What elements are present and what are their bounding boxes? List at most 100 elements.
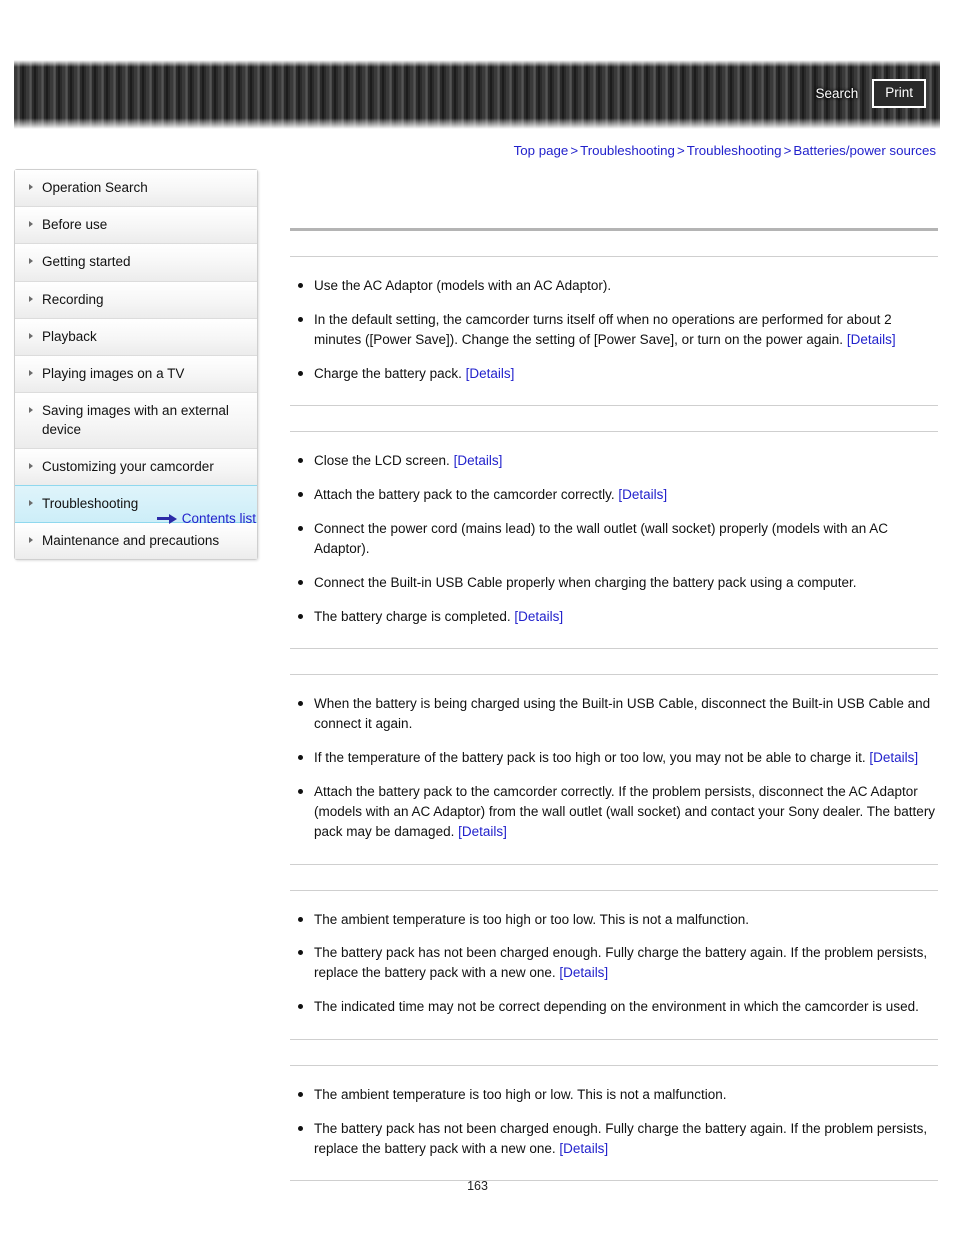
arrow-right-icon [156,513,177,524]
search-link[interactable]: Search [815,86,858,101]
bullet-list: The ambient temperature is too high or l… [290,1085,938,1159]
section-heading [290,649,938,674]
sidebar-item-before-use[interactable]: Before use [15,207,257,245]
section-heading [290,1040,938,1065]
list-item: Connect the power cord (mains lead) to t… [290,519,938,559]
list-item: In the default setting, the camcorder tu… [290,310,938,350]
breadcrumb-item-3[interactable]: Troubleshooting [687,143,782,158]
sections-host: Use the AC Adaptor (models with an AC Ad… [290,257,938,1182]
content-section-3: When the battery is being charged using … [290,675,938,841]
chevron-right-icon [29,370,33,377]
bullet-list: Use the AC Adaptor (models with an AC Ad… [290,276,938,383]
list-item: The battery pack has not been charged en… [290,943,938,983]
details-link[interactable]: [Details] [847,332,896,347]
details-link[interactable]: [Details] [559,1141,608,1156]
chevron-right-icon [29,499,33,506]
sidebar-item-saving-images-with-an-external-device[interactable]: Saving images with an external device [15,393,257,449]
chevron-right-icon [29,332,33,339]
section-heading-top [290,231,938,256]
sidebar-item-label: Getting started [42,254,131,270]
page-title [290,176,938,228]
chevron-right-icon [29,462,33,469]
list-item: Use the AC Adaptor (models with an AC Ad… [290,276,938,296]
breadcrumb-item-4[interactable]: Batteries/power sources [793,143,936,158]
section-heading [290,406,938,431]
content-section-5: The ambient temperature is too high or l… [290,1066,938,1159]
sidebar-item-maintenance-and-precautions[interactable]: Maintenance and precautions [15,523,257,560]
details-link[interactable]: [Details] [458,824,507,839]
list-item-text: The ambient temperature is too high or l… [314,1086,727,1102]
page-number: 163 [467,1179,488,1193]
chevron-right-icon [29,537,33,544]
list-item-text: The indicated time may not be correct de… [314,999,919,1015]
details-link[interactable]: [Details] [514,609,563,624]
sidebar-item-label: Saving images with an external device [42,403,229,437]
chevron-right-icon [29,295,33,302]
header-tools: Search Print [815,79,926,108]
sidebar-item-operation-search[interactable]: Operation Search [15,170,257,208]
contents-list-link[interactable]: Contents list [182,511,256,526]
sidebar-item-label: Playing images on a TV [42,366,185,382]
chevron-right-icon [29,184,33,190]
bullet-list: When the battery is being charged using … [290,694,938,841]
chevron-right-icon [29,221,33,228]
list-item-text: Attach the battery pack to the camcorder… [314,783,936,839]
chevron-right-icon [29,407,33,414]
list-item: The ambient temperature is too high or l… [290,1085,938,1105]
sidebar-item-recording[interactable]: Recording [15,281,257,319]
main-content: Use the AC Adaptor (models with an AC Ad… [290,176,938,1182]
list-item-text: Attach the battery pack to the camcorder… [314,487,615,503]
sidebar-item-playback[interactable]: Playback [15,318,257,357]
details-link[interactable]: [Details] [618,487,667,502]
breadcrumb-separator: > [783,143,792,158]
breadcrumb-item-2[interactable]: Troubleshooting [580,143,675,158]
content-section-1: Use the AC Adaptor (models with an AC Ad… [290,257,938,383]
list-item: The ambient temperature is too high or t… [290,910,938,930]
breadcrumb-separator: > [676,143,685,158]
content-section-4: The ambient temperature is too high or t… [290,891,938,1017]
list-item: Attach the battery pack to the camcorder… [290,782,938,842]
list-item: If the temperature of the battery pack i… [290,748,938,768]
sidebar-item-label: Operation Search [42,180,148,195]
list-item-text: The battery pack has not been charged en… [314,945,928,981]
bullet-list: The ambient temperature is too high or t… [290,910,938,1017]
details-link[interactable]: [Details] [869,750,918,765]
list-item-text: Close the LCD screen. [314,453,450,469]
details-link[interactable]: [Details] [466,366,515,381]
list-item-text: When the battery is being charged using … [314,696,931,732]
sidebar-item-label: Before use [42,217,108,233]
breadcrumb: Top page > Troubleshooting > Troubleshooting… [514,143,936,158]
sidebar-item-label: Maintenance and precautions [42,533,220,549]
list-item: Charge the battery pack. [Details] [290,364,938,384]
section-heading [290,865,938,890]
list-item-text: Use the AC Adaptor (models with an AC Ad… [314,278,612,293]
list-item: Connect the Built-in USB Cable properly … [290,573,938,593]
print-button[interactable]: Print [872,79,926,108]
contents-list-row[interactable]: Contents list [14,511,258,526]
sidebar-item-playing-images-on-a-tv[interactable]: Playing images on a TV [15,356,257,394]
breadcrumb-separator: > [570,143,579,158]
breadcrumb-item-1[interactable]: Top page [514,143,569,158]
list-item-text: The battery pack has not been charged en… [314,1120,928,1156]
sidebar-navigation: Operation Search Before use Getting starte… [14,169,258,561]
chevron-right-icon [29,258,33,265]
list-item: When the battery is being charged using … [290,694,938,734]
details-link[interactable]: [Details] [559,965,608,980]
list-item: The battery pack has not been charged en… [290,1119,938,1159]
sidebar-item-label: Recording [42,291,104,307]
list-item: Close the LCD screen. [Details] [290,451,938,471]
sidebar-item-getting-started[interactable]: Getting started [15,244,257,282]
details-link[interactable]: [Details] [454,453,503,468]
content-section-2: Close the LCD screen. [Details] Attach th… [290,432,938,626]
list-item-text: Connect the power cord (mains lead) to t… [314,521,889,556]
sidebar-item-label: Customizing your camcorder [42,458,214,474]
sidebar-item-customizing-your-camcorder[interactable]: Customizing your camcorder [15,448,257,486]
list-item: The indicated time may not be correct de… [290,997,938,1017]
list-item: The battery charge is completed. [Detail… [290,607,938,627]
list-item-text: The battery charge is completed. [314,608,511,624]
sidebar-item-label: Playback [42,328,97,344]
